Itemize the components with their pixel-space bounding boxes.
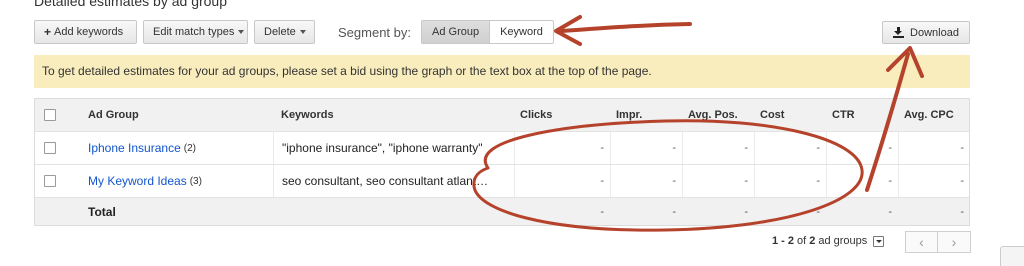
row-checkbox[interactable] (44, 142, 56, 154)
chevron-right-icon: › (951, 234, 957, 250)
keyword-count: (2) (183, 142, 196, 154)
rows-per-page-dropdown[interactable] (873, 235, 885, 247)
total-avg-cpc: - (960, 205, 964, 218)
column-header-keywords[interactable]: Keywords (273, 99, 505, 131)
page-title: Detailed estimates by ad group (34, 0, 227, 9)
table-row: My Keyword Ideas (3) seo consultant, seo… (35, 164, 969, 197)
bid-notice: To get detailed estimates for your ad gr… (34, 55, 970, 88)
column-header-avg-pos[interactable]: Avg. Pos. (682, 99, 754, 131)
pagination-summary: 1 - 2 of 2 ad groups (772, 231, 885, 251)
column-header-clicks[interactable]: Clicks (514, 99, 610, 131)
row-checkbox[interactable] (44, 175, 56, 187)
download-button[interactable]: Download (882, 21, 970, 44)
column-header-ad-group[interactable]: Ad Group (88, 99, 268, 131)
estimates-table: Ad Group Keywords Clicks Impr. Avg. Pos.… (34, 98, 970, 226)
clicks-cell: - (514, 165, 610, 197)
total-label: Total (88, 204, 116, 219)
download-label: Download (910, 26, 959, 39)
column-header-impr[interactable]: Impr. (610, 99, 682, 131)
avg-cpc-cell: - (898, 132, 970, 164)
segment-by-label: Segment by: (338, 24, 411, 40)
avg-pos-cell: - (682, 132, 754, 164)
chevron-down-icon (299, 30, 306, 34)
corner-widget[interactable] (1000, 246, 1024, 266)
edit-match-types-label: Edit match types (153, 26, 235, 38)
column-header-ctr[interactable]: CTR (826, 99, 898, 131)
keywords-cell: "iphone insurance", "iphone warranty" (273, 132, 505, 164)
annotation-arrow-segment (559, 22, 692, 33)
ctr-cell: - (826, 165, 898, 197)
ctr-cell: - (826, 132, 898, 164)
clicks-cell: - (514, 132, 610, 164)
add-keywords-label: Add keywords (54, 26, 124, 38)
annotation-arrowhead-segment (554, 15, 582, 46)
chevron-left-icon: ‹ (919, 234, 924, 250)
page-of-label: of (797, 235, 807, 247)
next-page-button[interactable]: › (938, 231, 971, 253)
total-clicks: - (600, 205, 604, 218)
table-header-row: Ad Group Keywords Clicks Impr. Avg. Pos.… (35, 99, 969, 131)
ad-group-link[interactable]: My Keyword Ideas (88, 174, 187, 188)
column-header-avg-cpc[interactable]: Avg. CPC (898, 99, 970, 131)
row-select-cell (44, 165, 60, 197)
previous-page-button[interactable]: ‹ (905, 231, 938, 253)
ad-group-cell: Iphone Insurance (2) (88, 132, 268, 164)
segment-keyword-button[interactable]: Keyword (490, 20, 554, 44)
chevron-down-icon (238, 30, 245, 34)
cost-cell: - (754, 132, 826, 164)
segment-ad-group-button[interactable]: Ad Group (421, 20, 491, 44)
segment-toggle: Ad Group Keyword (421, 20, 554, 44)
impr-cell: - (610, 132, 682, 164)
ad-group-cell: My Keyword Ideas (3) (88, 165, 268, 197)
add-keywords-button[interactable]: + Add keywords (34, 20, 137, 44)
total-ctr: - (888, 205, 892, 218)
keyword-count: (3) (189, 175, 202, 187)
table-row: Iphone Insurance (2) "iphone insurance",… (35, 131, 969, 164)
ad-group-link[interactable]: Iphone Insurance (88, 141, 181, 155)
impr-cell: - (610, 165, 682, 197)
toolbar: + Add keywords Edit match types Delete S… (34, 20, 554, 44)
avg-cpc-cell: - (898, 165, 970, 197)
select-all-checkbox[interactable] (44, 109, 56, 121)
select-all-cell (44, 99, 60, 131)
delete-label: Delete (264, 26, 296, 38)
page-range: 1 - 2 (772, 235, 795, 247)
pager-buttons: ‹ › (905, 231, 971, 253)
total-avg-pos: - (744, 205, 748, 218)
plus-icon: + (44, 25, 52, 39)
page-unit-label: ad groups (818, 235, 868, 247)
total-row: Total - - - - - - (35, 197, 969, 225)
edit-match-types-button[interactable]: Edit match types (143, 20, 248, 44)
page-total: 2 (809, 235, 816, 247)
column-header-cost[interactable]: Cost (754, 99, 826, 131)
total-cost: - (816, 205, 820, 218)
delete-button[interactable]: Delete (254, 20, 315, 44)
total-impr: - (672, 205, 676, 218)
download-icon (893, 27, 905, 38)
cost-cell: - (754, 165, 826, 197)
avg-pos-cell: - (682, 165, 754, 197)
keywords-cell: seo consultant, seo consultant atlant… (273, 165, 505, 197)
row-select-cell (44, 132, 60, 164)
